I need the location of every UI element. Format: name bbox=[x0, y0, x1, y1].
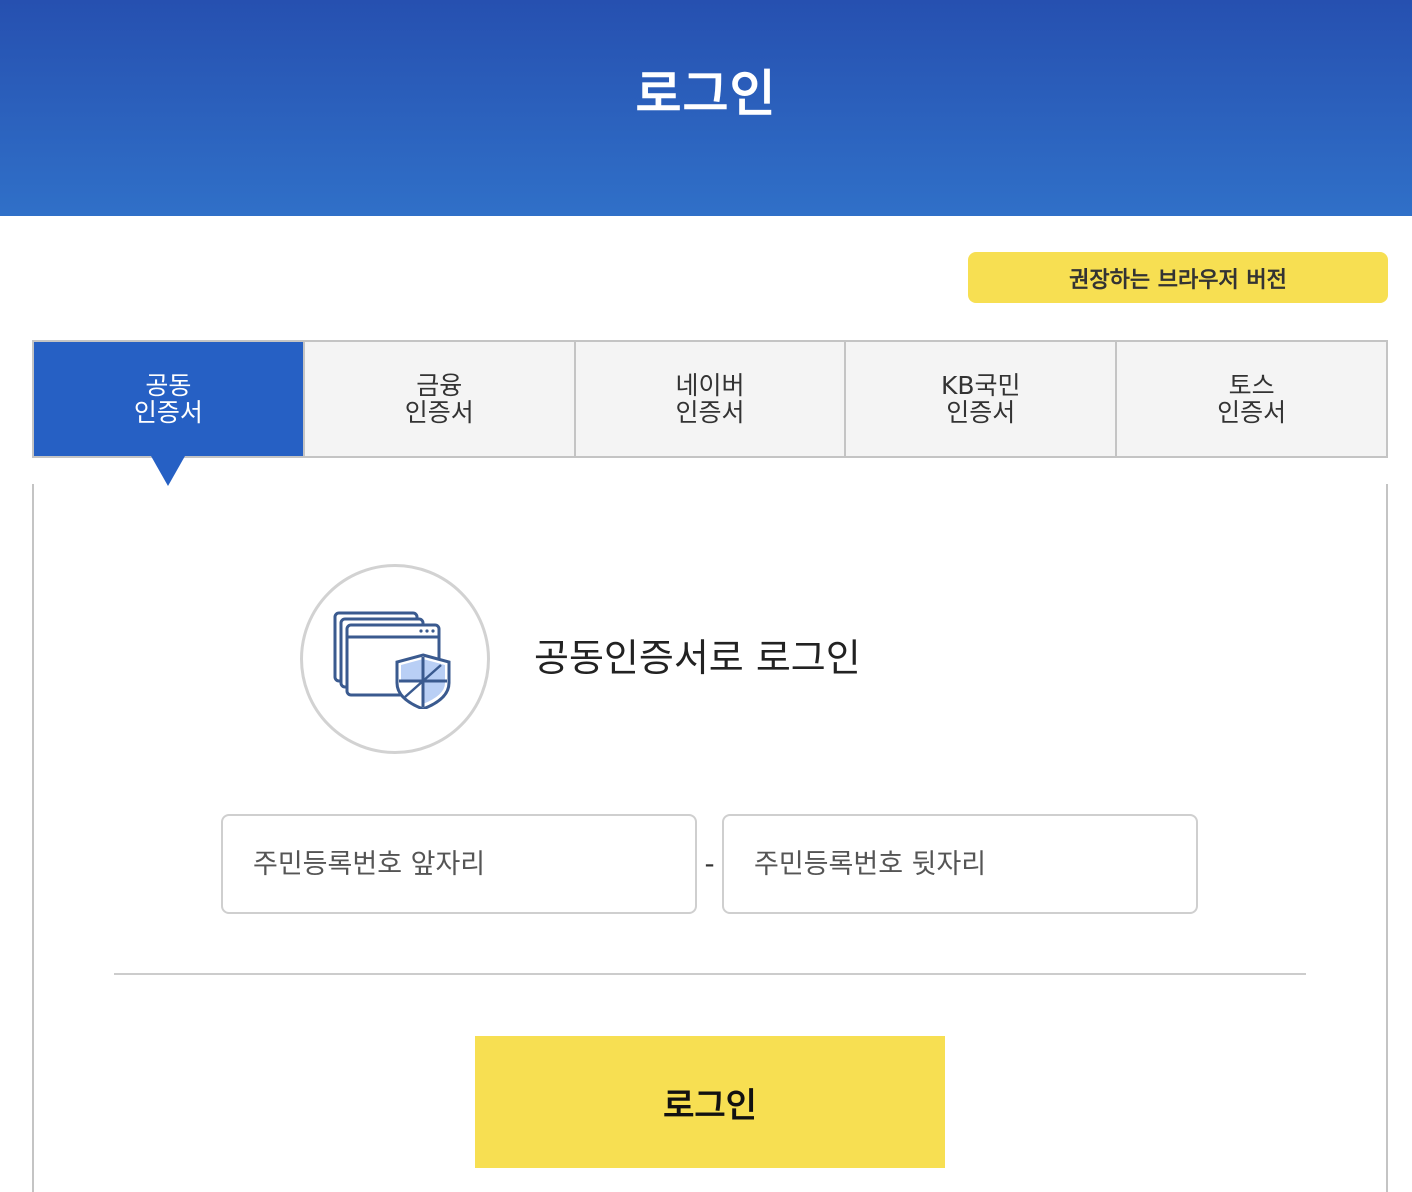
resident-number-separator: - bbox=[704, 847, 715, 880]
login-button[interactable]: 로그인 bbox=[475, 1036, 945, 1168]
page-title: 로그인 bbox=[635, 65, 777, 123]
tab-label-line1: 네이버 bbox=[675, 371, 745, 400]
recommended-browser-button[interactable]: 권장하는 브라우저 버전 bbox=[968, 252, 1388, 303]
tab-label-line1: KB국민 bbox=[941, 371, 1021, 400]
tab-financial-certificate[interactable]: 금융 인증서 bbox=[302, 342, 574, 456]
tab-label-line1: 토스 bbox=[1228, 371, 1275, 400]
tab-joint-certificate[interactable]: 공동 인증서 bbox=[34, 342, 303, 456]
resident-number-front-input[interactable] bbox=[221, 814, 697, 914]
tab-label-line1: 금융 bbox=[416, 371, 463, 400]
tab-kb-certificate[interactable]: KB국민 인증서 bbox=[844, 342, 1115, 456]
tab-toss-certificate[interactable]: 토스 인증서 bbox=[1115, 342, 1386, 456]
tab-label-line2: 인증서 bbox=[946, 398, 1016, 427]
active-tab-pointer bbox=[151, 456, 185, 486]
auth-method-tabs: 공동 인증서 금융 인증서 네이버 인증서 KB국민 인증서 토스 인증서 bbox=[32, 340, 1388, 458]
tab-label-line2: 인증서 bbox=[1217, 398, 1287, 427]
tab-naver-certificate[interactable]: 네이버 인증서 bbox=[573, 342, 845, 456]
page-header: 로그인 bbox=[0, 0, 1412, 216]
divider bbox=[114, 973, 1306, 975]
panel-heading: 공동인증서로 로그인 bbox=[534, 636, 861, 680]
certificate-shield-icon bbox=[333, 611, 451, 709]
tab-label-line2: 인증서 bbox=[404, 398, 474, 427]
tab-label-line2: 인증서 bbox=[675, 398, 745, 427]
certificate-icon-badge bbox=[300, 564, 490, 754]
tab-label-line1: 공동 bbox=[145, 371, 192, 400]
tab-label-line2: 인증서 bbox=[133, 398, 203, 427]
login-page: 로그인 권장하는 브라우저 버전 공동 인증서 금융 인증서 네이버 인증서 K… bbox=[0, 0, 1412, 1192]
resident-number-back-input[interactable] bbox=[722, 814, 1198, 914]
